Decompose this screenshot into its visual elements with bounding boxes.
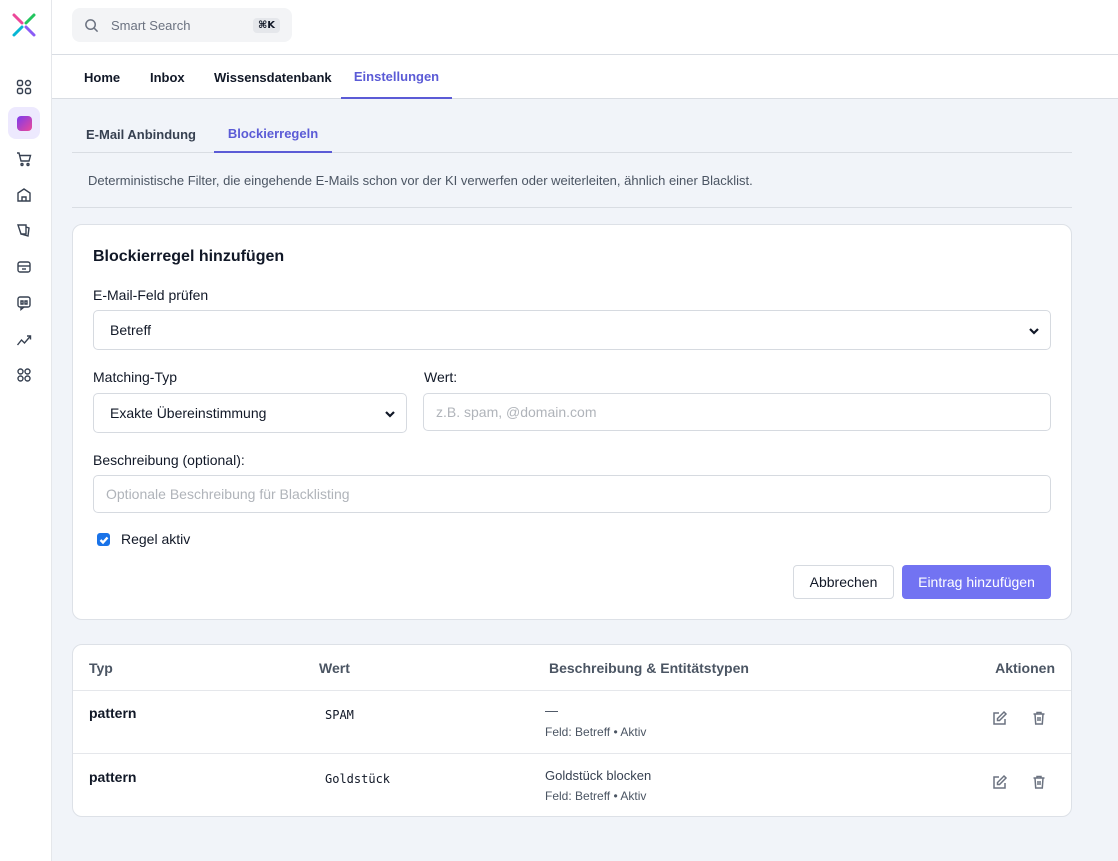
tab-inbox[interactable]: Inbox [134,55,201,99]
edit-icon[interactable] [992,710,1010,728]
form-title: Blockierregel hinzufügen [93,248,285,265]
rule-active-label: Regel aktiv [121,531,191,547]
chat-icon[interactable] [8,287,40,319]
main-nav: Home Inbox Wissensdatenbank Einstellunge… [52,55,1118,99]
store-icon[interactable] [8,179,40,211]
email-field-value: Betreff [110,322,151,338]
search-placeholder: Smart Search [111,17,191,33]
tab-home[interactable]: Home [68,55,136,99]
header-divider [73,690,1071,691]
chart-icon[interactable] [8,323,40,355]
email-field-select[interactable]: Betreff [93,310,1051,350]
header-beschreibung: Beschreibung & Entitätstypen [549,660,749,676]
row-value: SPAM [325,708,354,722]
description-label: Beschreibung (optional): [93,452,245,468]
row-type: pattern [89,769,137,785]
divider [72,207,1072,208]
row-type: pattern [89,705,137,721]
grid-icon[interactable] [8,71,40,103]
cart-icon[interactable] [8,143,40,175]
row-description: Goldstück blocken [545,768,652,783]
subtab-blockierregeln[interactable]: Blockierregeln [214,116,332,153]
value-label: Wert: [424,369,458,385]
rules-table: Typ Wert Beschreibung & Entitätstypen Ak… [72,644,1072,817]
settings-subtabs: E-Mail Anbindung Blockierregeln [72,116,1072,153]
subtab-email-anbindung[interactable]: E-Mail Anbindung [72,116,210,153]
apps-icon[interactable] [8,359,40,391]
tag-icon[interactable] [8,215,40,247]
rule-active-checkbox[interactable] [97,533,110,546]
page-description: Deterministische Filter, die eingehende … [88,173,753,188]
sparkle-icon[interactable] [8,107,40,139]
value-input[interactable] [423,393,1051,431]
header-typ: Typ [89,660,113,676]
sidebar [0,0,52,861]
cancel-button[interactable]: Abbrechen [793,565,894,599]
row-meta: Feld: Betreff • Aktiv [545,725,647,739]
trash-icon[interactable] [1031,774,1049,792]
search-icon [85,18,99,32]
matching-type-select[interactable]: Exakte Übereinstimmung [93,393,407,433]
smart-search[interactable]: Smart Search ⌘K [72,8,292,42]
description-input[interactable] [93,475,1051,513]
field-label: E-Mail-Feld prüfen [93,287,209,303]
matching-type-label: Matching-Typ [93,369,178,385]
row-meta: Feld: Betreff • Aktiv [545,789,647,803]
chevron-down-icon [1028,324,1040,336]
top-bar: Smart Search ⌘K [52,0,1118,55]
edit-icon[interactable] [992,774,1010,792]
chevron-down-icon [384,407,396,419]
add-rule-card: Blockierregel hinzufügen E-Mail-Feld prü… [72,224,1072,620]
header-wert: Wert [319,660,350,676]
matching-type-value: Exakte Übereinstimmung [110,405,267,421]
add-entry-button[interactable]: Eintrag hinzufügen [902,565,1051,599]
header-aktionen: Aktionen [995,660,1055,676]
inbox-icon[interactable] [8,251,40,283]
tab-einstellungen[interactable]: Einstellungen [341,55,452,99]
logo-icon[interactable] [11,12,37,38]
search-shortcut: ⌘K [252,17,280,33]
tab-wissensdatenbank[interactable]: Wissensdatenbank [198,55,348,99]
row-value: Goldstück [325,772,391,786]
trash-icon[interactable] [1031,710,1049,728]
row-description: — [545,703,558,718]
row-divider [73,753,1071,754]
